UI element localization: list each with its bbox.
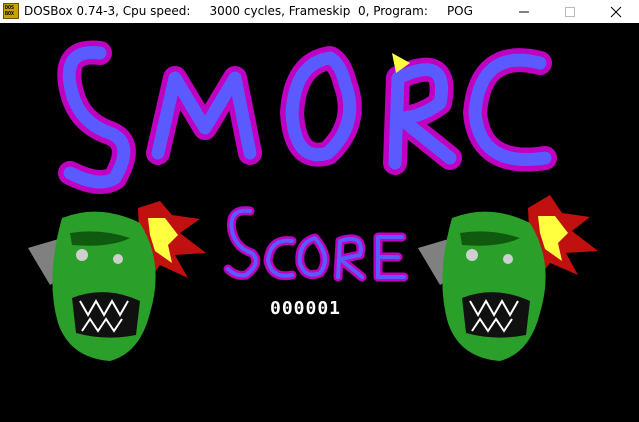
orc-head-right <box>418 195 598 361</box>
maximize-icon <box>565 7 575 17</box>
score-value: 000001 <box>270 298 342 319</box>
orc-head-left <box>28 201 206 361</box>
minimize-icon <box>519 11 529 13</box>
window-titlebar[interactable]: DOS BOX DOSBox 0.74-3, Cpu speed: 3000 c… <box>0 0 639 23</box>
minimize-button[interactable] <box>501 0 547 23</box>
score-label-logo <box>223 206 409 282</box>
close-button[interactable] <box>593 0 639 23</box>
window-title: DOSBox 0.74-3, Cpu speed: 3000 cycles, F… <box>24 4 473 18</box>
smorc-title-logo <box>57 40 557 194</box>
dosbox-app-icon[interactable]: DOS BOX <box>3 3 19 19</box>
game-screen[interactable]: 000001 <box>0 23 639 422</box>
close-icon <box>610 6 622 18</box>
app-icon-text-bottom: BOX <box>5 11 15 17</box>
maximize-button[interactable] <box>547 0 593 23</box>
